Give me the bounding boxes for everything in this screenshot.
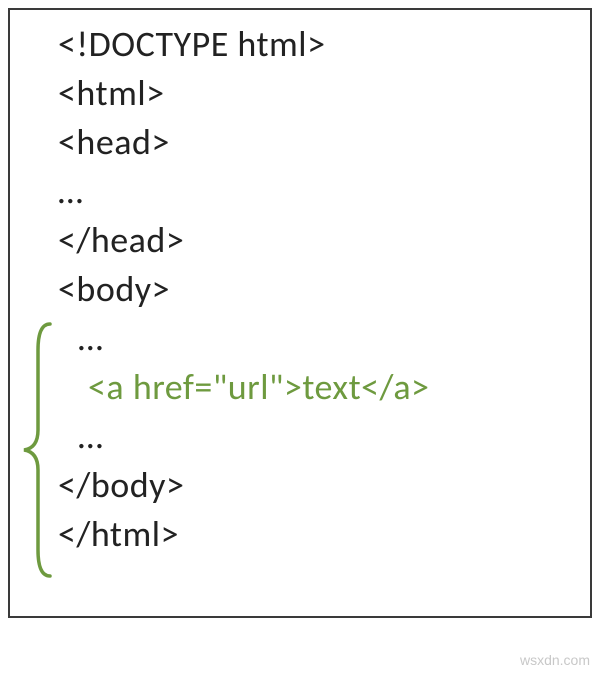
code-line-body-ellipsis-1: …	[58, 314, 590, 363]
watermark-text: wsxdn.com	[520, 652, 590, 668]
code-line-head-close: </head>	[58, 216, 590, 265]
code-line-anchor: <a href="url">text</a>	[58, 363, 590, 412]
code-line-html-close: </html>	[58, 510, 590, 559]
code-line-head-ellipsis: …	[58, 167, 590, 216]
code-line-html-open: <html>	[58, 69, 590, 118]
code-line-body-close: </body>	[58, 461, 590, 510]
code-line-doctype: <!DOCTYPE html>	[58, 20, 590, 69]
code-line-head-open: <head>	[58, 118, 590, 167]
code-line-body-ellipsis-2: …	[58, 412, 590, 461]
curly-bracket-icon	[20, 320, 52, 580]
code-frame: <!DOCTYPE html> <html> <head> … </head> …	[8, 8, 592, 618]
code-line-body-open: <body>	[58, 265, 590, 314]
